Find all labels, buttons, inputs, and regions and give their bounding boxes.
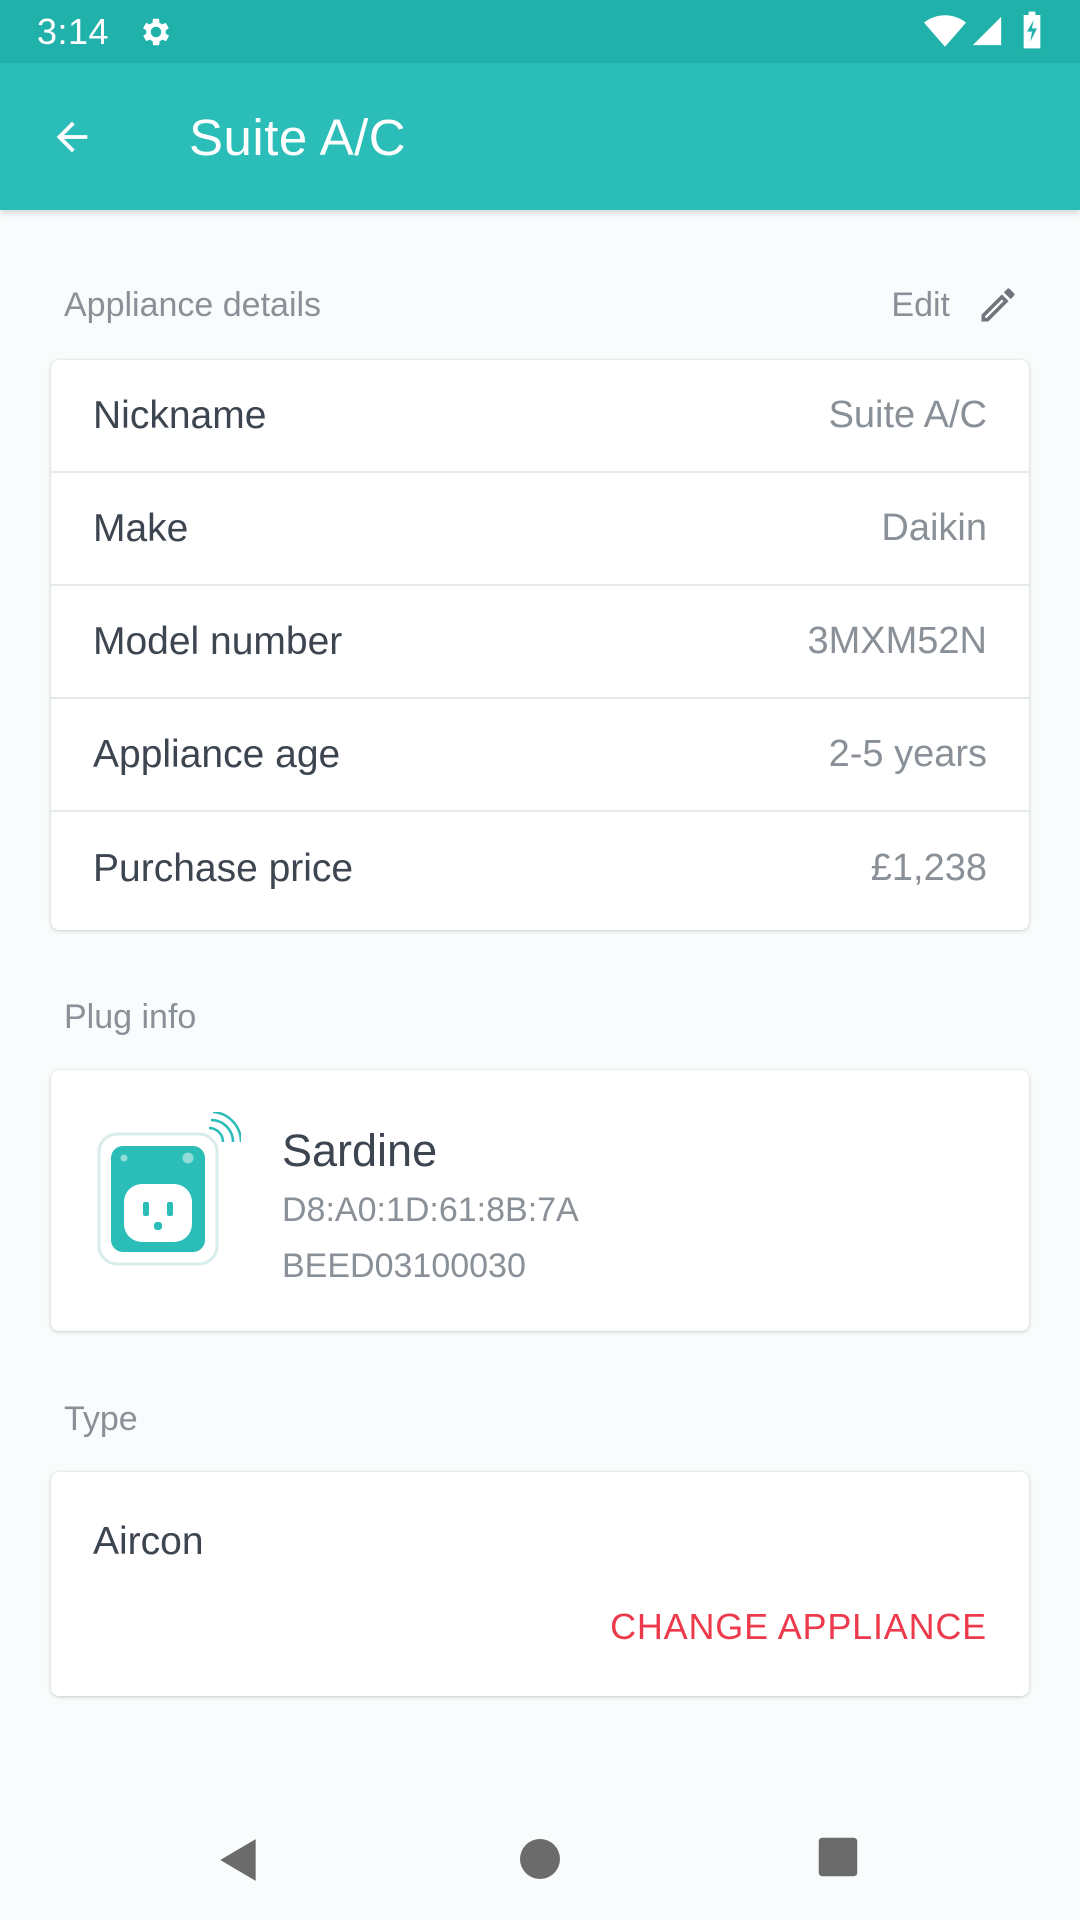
plug-serial-number: BEED03100030	[282, 1247, 526, 1285]
plug-info-card[interactable]: Sardine D8:A0:1D:61:8B:7A BEED03100030	[51, 1070, 1029, 1331]
arrow-back-icon	[56, 121, 88, 153]
edit-button[interactable]: Edit	[870, 277, 1020, 333]
app-bar: Suite A/C	[0, 63, 1080, 210]
back-button[interactable]	[36, 107, 108, 167]
detail-row-make[interactable]: Make Daikin	[51, 473, 1029, 586]
plug-mac-address: D8:A0:1D:61:8B:7A	[282, 1191, 579, 1229]
pencil-icon	[981, 288, 1015, 322]
system-nav-bar	[0, 1800, 1080, 1920]
appliance-details-label: Appliance details	[64, 286, 322, 324]
detail-row-nickname[interactable]: Nickname Suite A/C	[51, 360, 1029, 473]
nav-home-icon[interactable]	[516, 1835, 564, 1883]
detail-row-appliance-age[interactable]: Appliance age 2-5 years	[51, 699, 1029, 812]
detail-value: 3MXM52N	[807, 620, 988, 662]
type-label: Type	[64, 1400, 138, 1438]
detail-label: Make	[93, 506, 189, 550]
status-time: 3:14	[37, 11, 110, 52]
gear-icon	[143, 18, 170, 46]
appliance-type-value: Aircon	[93, 1520, 204, 1563]
wifi-icon	[924, 15, 966, 47]
detail-row-model-number[interactable]: Model number 3MXM52N	[51, 586, 1029, 699]
battery-charging-icon	[1023, 11, 1041, 49]
appliance-details-card: Nickname Suite A/C Make Daikin Model num…	[51, 360, 1029, 930]
detail-value: Daikin	[881, 507, 987, 549]
detail-row-purchase-price[interactable]: Purchase price £1,238	[51, 812, 1029, 925]
plug-info-label: Plug info	[64, 998, 197, 1036]
plug-name: Sardine	[282, 1125, 438, 1176]
nav-back-icon[interactable]	[214, 1835, 264, 1885]
page-title: Suite A/C	[189, 109, 407, 166]
detail-value: £1,238	[870, 847, 987, 889]
signal-icon	[972, 16, 1002, 46]
detail-label: Nickname	[93, 393, 267, 437]
type-card: Aircon CHANGE APPLIANCE	[51, 1472, 1029, 1696]
detail-label: Model number	[93, 619, 343, 663]
change-appliance-button[interactable]: CHANGE APPLIANCE	[610, 1606, 987, 1648]
detail-value: Suite A/C	[828, 394, 987, 436]
edit-label: Edit	[891, 285, 950, 324]
nav-recents-icon[interactable]	[817, 1836, 859, 1878]
smart-plug-icon	[97, 1112, 241, 1266]
detail-label: Purchase price	[93, 846, 354, 890]
status-bar: 3:14	[0, 0, 1080, 63]
detail-label: Appliance age	[93, 732, 341, 776]
detail-value: 2-5 years	[828, 733, 987, 775]
